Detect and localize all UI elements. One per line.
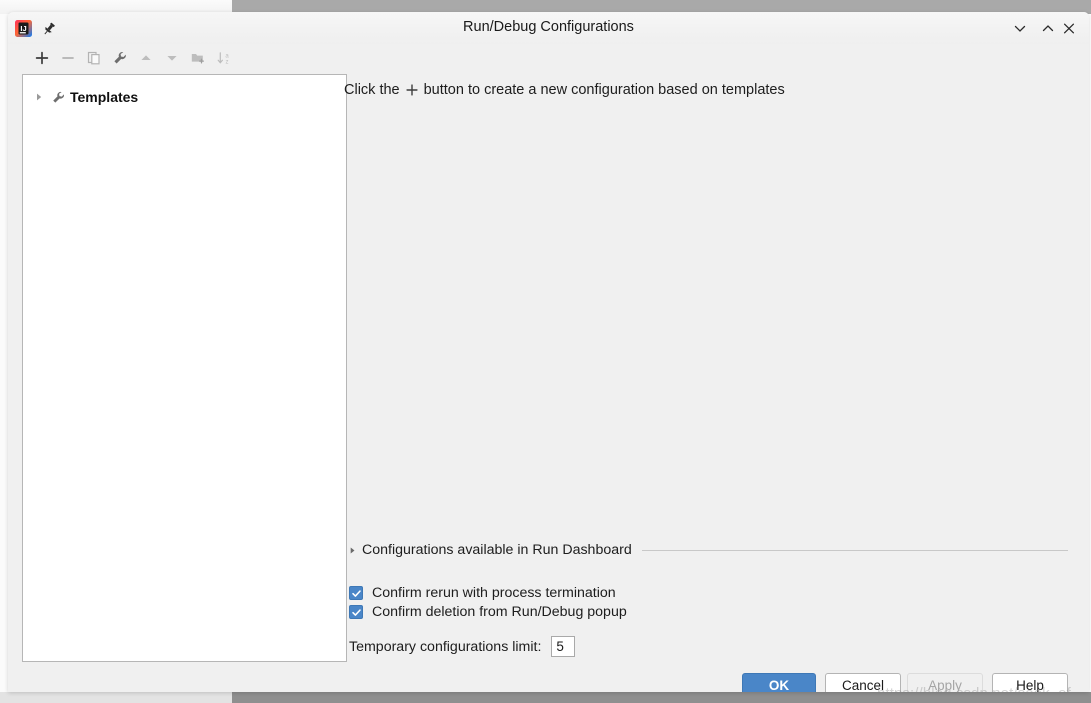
move-up-button[interactable] bbox=[134, 46, 158, 70]
add-configuration-button[interactable] bbox=[30, 46, 54, 70]
triangle-right-icon[interactable] bbox=[29, 92, 49, 102]
run-dashboard-label: Configurations available in Run Dashboar… bbox=[362, 542, 632, 558]
folder-add-icon bbox=[191, 54, 204, 64]
checkbox-label: Confirm rerun with process termination bbox=[372, 585, 616, 601]
hint-prefix: Click the bbox=[344, 82, 400, 98]
checkbox-checked-icon[interactable] bbox=[349, 605, 363, 619]
remove-configuration-button[interactable] bbox=[56, 46, 80, 70]
checkbox-confirm-rerun[interactable]: Confirm rerun with process termination bbox=[349, 584, 616, 602]
dialog-titlebar: IJ Run/Debug Configurations bbox=[8, 12, 1089, 45]
empty-state-hint: Click the button to create a new configu… bbox=[344, 82, 785, 98]
run-debug-configurations-dialog: IJ Run/Debug Configurations a z Template… bbox=[8, 12, 1089, 692]
copy-configuration-button[interactable] bbox=[82, 46, 106, 70]
apply-button: Apply bbox=[907, 673, 983, 692]
sort-az-icon: a z bbox=[217, 52, 229, 66]
section-divider bbox=[641, 549, 1068, 551]
tree-item-label: Templates bbox=[70, 89, 139, 105]
desktop-strip-bottom-gray bbox=[232, 692, 1091, 703]
tree-item-templates[interactable]: Templates bbox=[23, 87, 346, 107]
svg-text:a: a bbox=[225, 53, 229, 59]
edit-templates-button[interactable] bbox=[108, 46, 132, 70]
checkbox-label: Confirm deletion from Run/Debug popup bbox=[372, 604, 627, 620]
triangle-down-icon bbox=[167, 56, 177, 61]
configurations-tree-panel[interactable]: Templates bbox=[22, 74, 347, 662]
plus-icon bbox=[405, 83, 419, 97]
cancel-button[interactable]: Cancel bbox=[825, 673, 901, 692]
run-dashboard-section-header[interactable]: Configurations available in Run Dashboar… bbox=[344, 539, 1068, 561]
triangle-right-icon[interactable] bbox=[344, 546, 360, 555]
desktop-strip-left bbox=[0, 14, 8, 692]
minus-icon bbox=[62, 57, 74, 59]
temporary-limit-label: Temporary configurations limit: bbox=[349, 638, 542, 655]
checkbox-checked-icon[interactable] bbox=[349, 586, 363, 600]
maximize-button[interactable] bbox=[1039, 20, 1057, 37]
wrench-icon bbox=[49, 90, 67, 105]
checkbox-confirm-deletion[interactable]: Confirm deletion from Run/Debug popup bbox=[349, 603, 627, 621]
plus-icon bbox=[35, 51, 49, 65]
temporary-limit-input[interactable] bbox=[551, 636, 576, 657]
dialog-title: Run/Debug Configurations bbox=[463, 19, 634, 35]
help-button[interactable]: Help bbox=[992, 673, 1068, 692]
new-folder-button[interactable] bbox=[186, 46, 210, 70]
temporary-configurations-limit-row: Temporary configurations limit: bbox=[349, 636, 576, 657]
desktop-strip-bottom-left bbox=[0, 692, 232, 703]
close-button[interactable] bbox=[1060, 20, 1078, 37]
svg-text:z: z bbox=[226, 60, 229, 66]
move-down-button[interactable] bbox=[160, 46, 184, 70]
minimize-button[interactable] bbox=[1011, 20, 1029, 37]
configurations-toolbar: a z bbox=[8, 44, 1089, 73]
triangle-up-icon bbox=[141, 55, 151, 60]
copy-icon bbox=[87, 51, 100, 65]
sort-alphabetically-button[interactable]: a z bbox=[212, 46, 236, 70]
hint-suffix: button to create a new configuration bas… bbox=[423, 82, 785, 98]
wrench-icon bbox=[114, 52, 126, 64]
ok-button[interactable]: OK bbox=[742, 673, 816, 692]
